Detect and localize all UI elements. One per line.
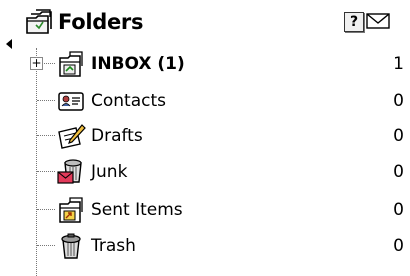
junk-icon xyxy=(57,159,82,184)
folder-label: Drafts xyxy=(91,126,143,146)
folder-row-sent-items[interactable]: Sent Items 0 xyxy=(30,196,404,224)
page-title: Folders xyxy=(58,10,144,34)
folder-row-inbox[interactable]: + INBOX (1) 1 xyxy=(30,50,404,78)
folder-label: Contacts xyxy=(91,91,166,111)
folders-header: Folders ? xyxy=(24,6,404,38)
folder-count: 0 xyxy=(393,91,404,111)
folder-row-contacts[interactable]: Contacts 0 xyxy=(30,87,404,115)
folder-label: INBOX (1) xyxy=(91,54,185,74)
folder-count: 0 xyxy=(393,162,404,182)
folder-count: 1 xyxy=(393,54,404,74)
folder-row-trash[interactable]: Trash 0 xyxy=(30,232,404,260)
folder-count: 0 xyxy=(393,126,404,146)
contacts-icon xyxy=(58,92,84,111)
sent-items-icon xyxy=(59,197,83,223)
folder-row-junk[interactable]: Junk 0 xyxy=(30,158,404,186)
folder-count: 0 xyxy=(393,200,404,220)
tree-branch xyxy=(37,135,55,136)
inbox-icon xyxy=(59,51,83,77)
folder-label: Trash xyxy=(91,236,136,256)
compose-mail-icon[interactable] xyxy=(366,12,390,30)
help-button[interactable]: ? xyxy=(344,12,364,32)
folder-count: 0 xyxy=(393,236,404,256)
folder-label: Junk xyxy=(91,162,128,182)
trash-icon xyxy=(61,233,81,259)
tree-branch xyxy=(37,245,55,246)
collapse-arrow-icon[interactable] xyxy=(6,39,12,49)
folder-row-drafts[interactable]: Drafts 0 xyxy=(30,122,404,150)
tree-branch xyxy=(37,100,55,101)
tree-branch xyxy=(37,171,55,172)
folders-icon xyxy=(26,9,52,34)
folder-label: Sent Items xyxy=(91,200,183,220)
expand-icon[interactable]: + xyxy=(30,57,43,70)
drafts-icon xyxy=(58,124,86,149)
tree-branch xyxy=(37,209,55,210)
